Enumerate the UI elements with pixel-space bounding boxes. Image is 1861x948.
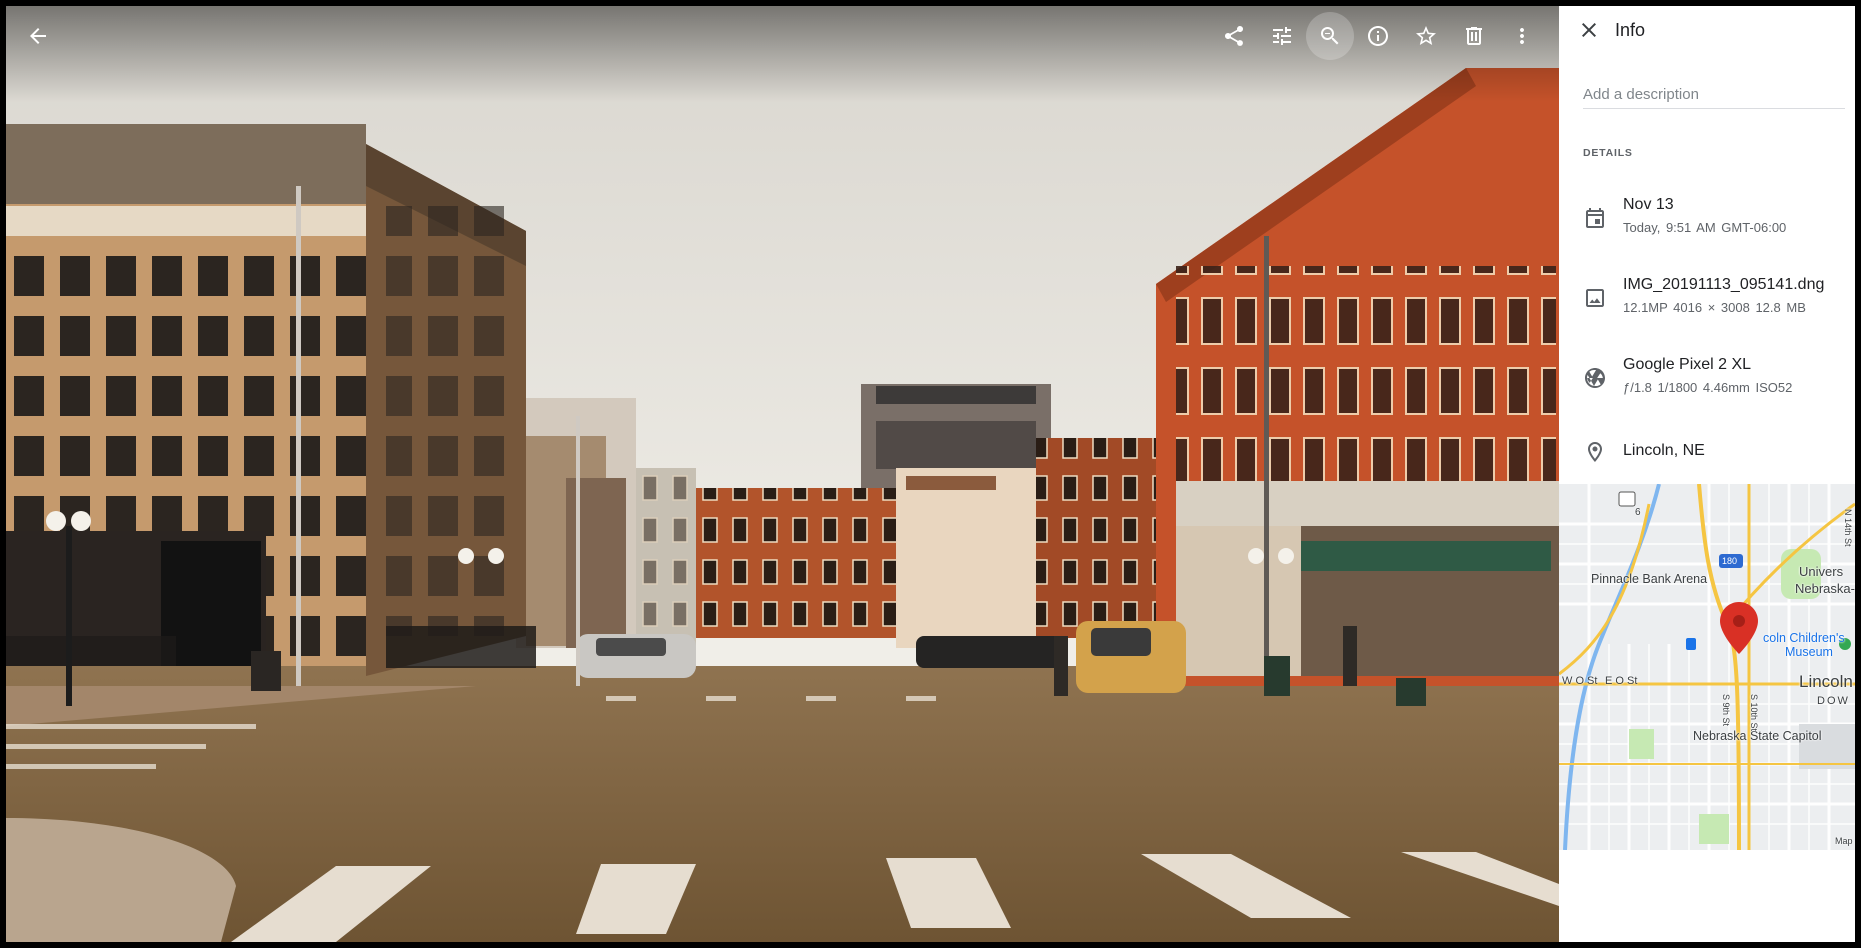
details-section-label: DETAILS [1583,147,1633,159]
detail-file: IMG_20191113_095141.dng 12.1MP 4016 × 30… [1559,270,1855,326]
map-label-n14: N 14th St [1843,509,1853,547]
detail-location[interactable]: Lincoln, NE [1559,430,1855,478]
file-info: 12.1MP 4016 × 3008 12.8 MB [1623,300,1806,315]
location-name: Lincoln, NE [1623,442,1705,459]
map-label-childrens-museum: coln Children's [1763,631,1845,645]
photo-viewer-window: Info DETAILS Nov 13 Today, 9:51 AM GMT-0… [6,6,1855,942]
delete-icon [1466,27,1482,45]
zoom-out-button[interactable] [1306,12,1354,60]
camera-model: Google Pixel 2 XL [1623,356,1752,373]
edit-tune-icon [1273,27,1291,45]
share-icon [1225,25,1244,46]
detail-camera: Google Pixel 2 XL ƒ/1.8 1/1800 4.46mm IS… [1559,350,1855,406]
map-label-i180: 180 [1722,556,1738,566]
location-pin-icon [1583,440,1607,464]
close-info-button[interactable] [1571,12,1607,48]
map-label-w-o-st: W O St [1562,675,1598,687]
map-label-pinnacle: Pinnacle Bank Arena [1591,572,1708,586]
map-label-downtown: DOW [1817,695,1850,707]
edit-button[interactable] [1258,12,1306,60]
close-icon [1582,23,1596,37]
delete-button[interactable] [1450,12,1498,60]
map-canvas [1559,484,1855,850]
back-button[interactable] [14,12,62,60]
file-name: IMG_20191113_095141.dng [1623,276,1825,293]
map-attribution: Map [1835,836,1853,846]
map-label-s10: S 10th St [1749,694,1759,732]
info-button[interactable] [1354,12,1402,60]
date-title: Nov 13 [1623,196,1674,213]
map-label-lincoln: Lincoln [1799,672,1853,691]
share-button[interactable] [1210,12,1258,60]
info-panel-title: Info [1615,20,1646,40]
map-label-e-o-st: E O St [1605,675,1638,687]
info-panel-header: Info [1559,6,1855,66]
description-input[interactable] [1583,80,1845,109]
photo [6,6,1559,942]
camera-settings: ƒ/1.8 1/1800 4.46mm ISO52 [1623,380,1793,395]
camera-aperture-icon [1583,366,1607,390]
date-subtitle: Today, 9:51 AM GMT-06:00 [1623,220,1787,235]
photo-viewer [6,6,1559,942]
image-icon [1583,286,1607,310]
arrow-back-icon [30,28,46,44]
favorite-button[interactable] [1402,12,1450,60]
info-icon [1368,26,1388,46]
map-label-s9: S 9th St [1721,694,1731,727]
map-label-capitol: Nebraska State Capitol [1693,729,1822,743]
map-label-nebraska: Nebraska- [1795,581,1855,596]
map-label-museum: Museum [1785,645,1833,659]
detail-date[interactable]: Nov 13 Today, 9:51 AM GMT-06:00 [1559,190,1855,246]
zoom-out-icon [1321,27,1339,45]
map-label-hwy6: 6 [1635,507,1641,518]
more-options-button[interactable] [1498,12,1546,60]
calendar-icon [1583,206,1607,230]
location-map[interactable]: 6 180 Pinnacle Bank Arena Univers Nebras… [1559,484,1855,850]
info-panel: Info DETAILS Nov 13 Today, 9:51 AM GMT-0… [1559,6,1855,942]
more-vert-icon [1520,28,1524,44]
map-label-university: Univers [1799,564,1844,579]
star-icon [1416,26,1436,45]
